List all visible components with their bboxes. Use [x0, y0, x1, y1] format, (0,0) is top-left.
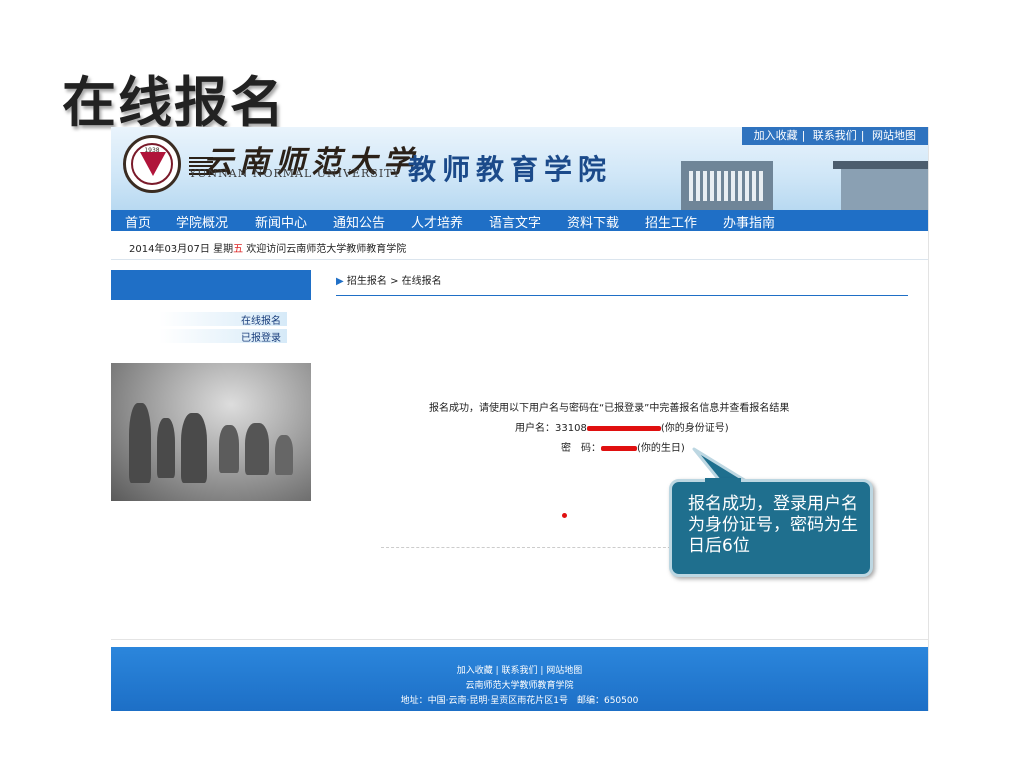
main-nav: 首页 学院概况 新闻中心 通知公告 人才培养 语言文字 资料下载 招生工作 办事…: [111, 210, 928, 231]
footer-links: 加入收藏 | 联系我们 | 网站地图: [456, 666, 583, 676]
site-footer: 加入收藏 | 联系我们 | 网站地图 云南师范大学教师教育学院 地址：中国·云南…: [111, 647, 928, 711]
red-dot-mark: [562, 513, 567, 518]
university-seal-icon: 1938: [123, 135, 181, 193]
footer-link-favorite[interactable]: 加入收藏: [457, 666, 493, 676]
username-redaction: [586, 425, 661, 431]
footer-link-contact[interactable]: 联系我们: [501, 666, 537, 676]
top-link-contact[interactable]: 联系我们: [809, 129, 861, 142]
nav-item-admissions[interactable]: 招生工作: [645, 212, 697, 231]
username-label: 用户名：: [515, 423, 555, 434]
browser-screenshot: 1938 云南师范大学 YUNNAN NORMAL UNIVERSITY 教师教…: [111, 127, 929, 711]
footer-org: 云南师范大学教师教育学院: [465, 681, 574, 691]
password-label: 密 码：: [561, 443, 601, 454]
weekday-prefix: 星期: [213, 244, 234, 255]
footer-address: 地址：中国·云南·昆明·呈贡区雨花片区1号 邮编：650500: [400, 696, 639, 706]
college-name: 教师教育学院: [408, 153, 613, 186]
weekday: 五: [233, 244, 244, 255]
nav-item-language[interactable]: 语言文字: [489, 212, 541, 231]
welcome-text: 欢迎访问云南师范大学教师教育学院: [246, 244, 407, 255]
callout-pointer-cover: [705, 478, 741, 485]
university-name-en: YUNNAN NORMAL UNIVERSITY: [189, 167, 401, 180]
slide-title: 在线报名: [62, 71, 286, 134]
dashed-divider: [381, 547, 681, 548]
sidebar-item-registered-login[interactable]: 已报登录: [159, 329, 287, 344]
nav-item-guide[interactable]: 办事指南: [723, 212, 775, 231]
seal-year: 1938: [144, 147, 160, 154]
password-note: (你的生日): [637, 443, 685, 454]
password-line: 密 码： (你的生日): [561, 439, 685, 454]
username-line: 用户名：33108 (你的身份证号): [515, 419, 729, 434]
breadcrumb-current: 在线报名: [401, 276, 442, 287]
breadcrumb-divider: [336, 295, 908, 296]
username-note: (你的身份证号): [660, 423, 729, 434]
building-windows: [689, 171, 765, 201]
sidebar-item-online-registration[interactable]: 在线报名: [159, 312, 287, 327]
top-links: 加入收藏 | 联系我们 | 网站地图: [741, 127, 928, 145]
breadcrumb-parent[interactable]: 招生报名: [347, 276, 387, 287]
breadcrumb: ▶ 招生报名 > 在线报名: [336, 272, 442, 287]
building-graphic-right: [841, 165, 928, 210]
date-bar: 2014年03月07日 星期五 欢迎访问云南师范大学教师教育学院: [111, 231, 928, 260]
password-redaction: [601, 445, 637, 451]
footer-separator: [111, 639, 928, 640]
callout-text: 报名成功，登录用户名为身份证号，密码为生日后6位: [688, 494, 858, 556]
building-roof: [833, 161, 928, 169]
nav-item-training[interactable]: 人才培养: [411, 212, 463, 231]
site-banner: 1938 云南师范大学 YUNNAN NORMAL UNIVERSITY 教师教…: [111, 127, 928, 210]
breadcrumb-arrow-icon: ▶: [336, 276, 344, 287]
top-link-favorite[interactable]: 加入收藏: [750, 129, 802, 142]
current-date: 2014年03月07日: [129, 244, 210, 255]
nav-item-home[interactable]: 首页: [125, 212, 151, 231]
username-value: 33108: [555, 423, 587, 434]
nav-item-notices[interactable]: 通知公告: [333, 212, 385, 231]
sidebar-header: [111, 270, 311, 300]
nav-item-downloads[interactable]: 资料下载: [567, 212, 619, 231]
breadcrumb-separator: >: [390, 276, 399, 287]
nav-item-about[interactable]: 学院概况: [176, 212, 228, 231]
footer-link-sitemap[interactable]: 网站地图: [546, 666, 582, 676]
annotation-callout: 报名成功，登录用户名为身份证号，密码为生日后6位: [669, 479, 873, 577]
success-message: 报名成功，请使用以下用户名与密码在“已报登录”中完善报名信息并查看报名结果: [429, 403, 790, 414]
nav-item-news[interactable]: 新闻中心: [255, 212, 307, 231]
top-link-sitemap[interactable]: 网站地图: [868, 129, 920, 142]
sidebar-photo: [111, 363, 311, 501]
